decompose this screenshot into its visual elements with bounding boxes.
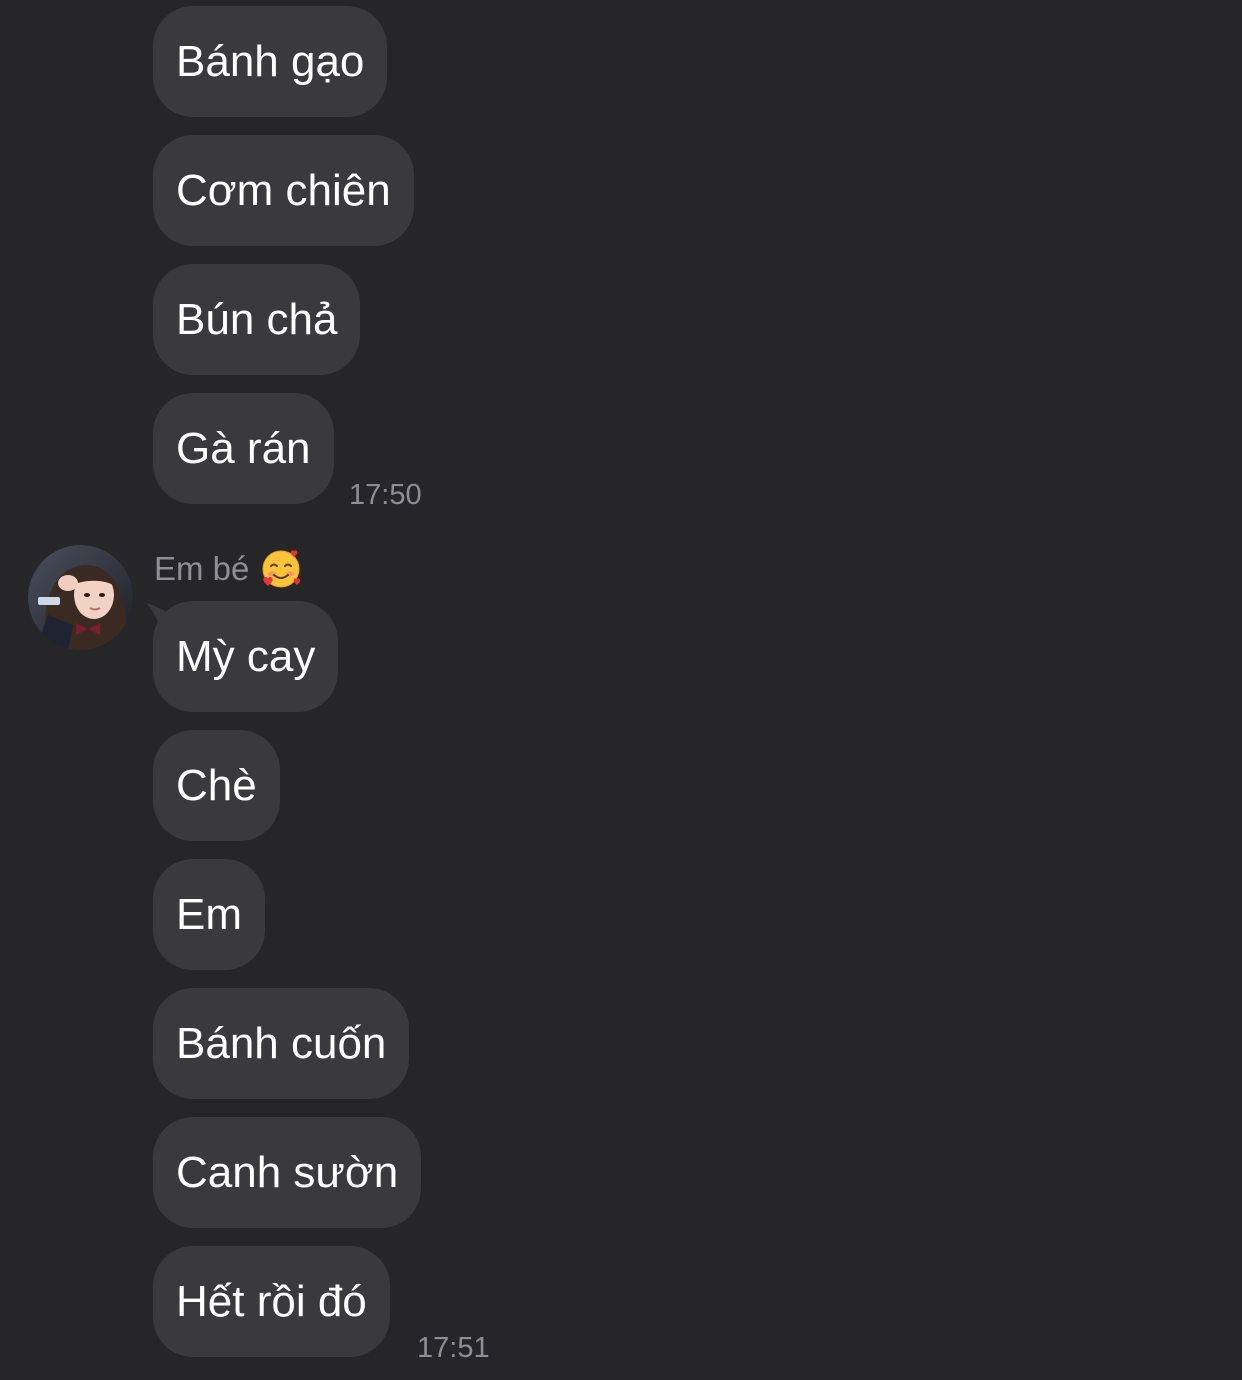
- message-text: Canh sườn: [176, 1148, 399, 1197]
- message-bubble[interactable]: Cơm chiên: [153, 135, 414, 246]
- message-text: Hết rồi đó: [176, 1277, 367, 1326]
- message-timestamp: 17:50: [349, 479, 422, 511]
- avatar[interactable]: [28, 545, 133, 650]
- message-text: Bún chả: [176, 295, 338, 344]
- message-text: Bánh gạo: [176, 37, 365, 86]
- message-bubble[interactable]: Hết rồi đó: [153, 1246, 390, 1357]
- message-text: Gà rán: [176, 424, 311, 473]
- message-bubble[interactable]: Bún chả: [153, 264, 361, 375]
- smiling-face-with-hearts-icon: [262, 550, 301, 588]
- message-text: Bánh cuốn: [176, 1019, 387, 1068]
- message-timestamp: 17:51: [417, 1332, 490, 1364]
- message-bubble[interactable]: Bánh gạo: [153, 6, 388, 117]
- message-bubble[interactable]: Em: [153, 859, 265, 970]
- sender-name: Em bé: [154, 550, 250, 587]
- message-text: Em: [176, 890, 242, 939]
- avatar-photo-icon: [28, 545, 133, 650]
- message-bubble[interactable]: Canh sườn: [153, 1117, 422, 1228]
- message-bubble[interactable]: Chè: [153, 730, 280, 841]
- message-text: Chè: [176, 761, 257, 810]
- message-bubble[interactable]: Bánh cuốn: [153, 988, 410, 1099]
- message-bubble[interactable]: Mỳ cay: [153, 601, 339, 712]
- sender-label: Em bé: [154, 549, 303, 589]
- message-bubble[interactable]: Gà rán: [153, 393, 334, 504]
- message-text: Cơm chiên: [176, 166, 391, 215]
- message-text: Mỳ cay: [176, 632, 316, 681]
